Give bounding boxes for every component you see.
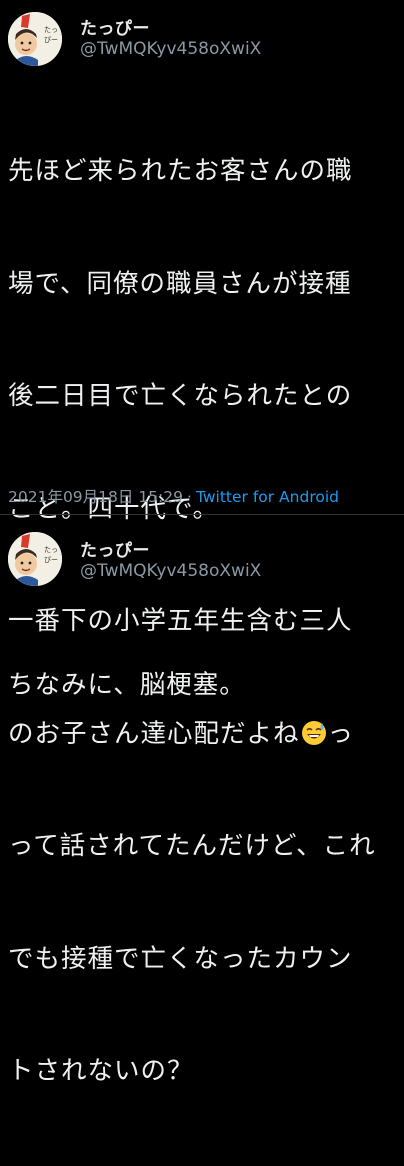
tweet-text-line: 先ほど来られたお客さんの職 bbox=[8, 156, 353, 186]
tweet-text-line: ちなみに、脳梗塞。 bbox=[8, 670, 246, 700]
display-name[interactable]: たっぴー bbox=[80, 536, 150, 561]
tweet-text-line: 場で、同僚の職員さんが接種 bbox=[8, 268, 352, 299]
user-avatar[interactable]: たっ ぴー bbox=[8, 12, 62, 66]
display-name[interactable]: たっぴー bbox=[80, 14, 150, 39]
user-handle[interactable]: @TwMQKyv458oXwiX bbox=[80, 561, 261, 581]
cartoon-avatar-icon: たっ ぴー bbox=[8, 532, 62, 586]
tweet-text: ちなみに、脳梗塞。 bbox=[8, 592, 400, 780]
tweet-text-line: 後二日目で亡くなられたとの bbox=[8, 381, 353, 411]
tweet-text-line: でも接種で亡くなったカウン bbox=[8, 943, 353, 974]
user-avatar[interactable]: たっ ぴー bbox=[8, 532, 62, 586]
tweet[interactable]: たっ ぴー たっぴー @TwMQKyv458oXwiX ちなみに、脳梗塞。 bbox=[0, 514, 404, 700]
meta-separator: · bbox=[187, 488, 192, 506]
cartoon-avatar-icon: たっ ぴー bbox=[8, 12, 62, 66]
svg-text:たっ: たっ bbox=[44, 26, 58, 34]
tweet-timestamp[interactable]: 2021年09月18日 15:29 bbox=[8, 488, 183, 506]
svg-text:ぴー: ぴー bbox=[44, 556, 58, 564]
svg-text:たっ: たっ bbox=[44, 546, 58, 554]
tweet-source-link[interactable]: Twitter for Android bbox=[196, 488, 339, 506]
tweet-text-line: って話されてたんだけど、これ bbox=[8, 831, 376, 861]
svg-text:ぴー: ぴー bbox=[44, 36, 58, 44]
tweet[interactable]: たっ ぴー たっぴー @TwMQKyv458oXwiX 先ほど来られたお客さんの… bbox=[0, 0, 404, 1086]
tweet-text-line: トされないの？ bbox=[8, 1056, 194, 1086]
tweet-meta: 2021年09月18日 15:29 · Twitter for Android bbox=[8, 485, 339, 507]
user-handle[interactable]: @TwMQKyv458oXwiX bbox=[80, 39, 261, 59]
